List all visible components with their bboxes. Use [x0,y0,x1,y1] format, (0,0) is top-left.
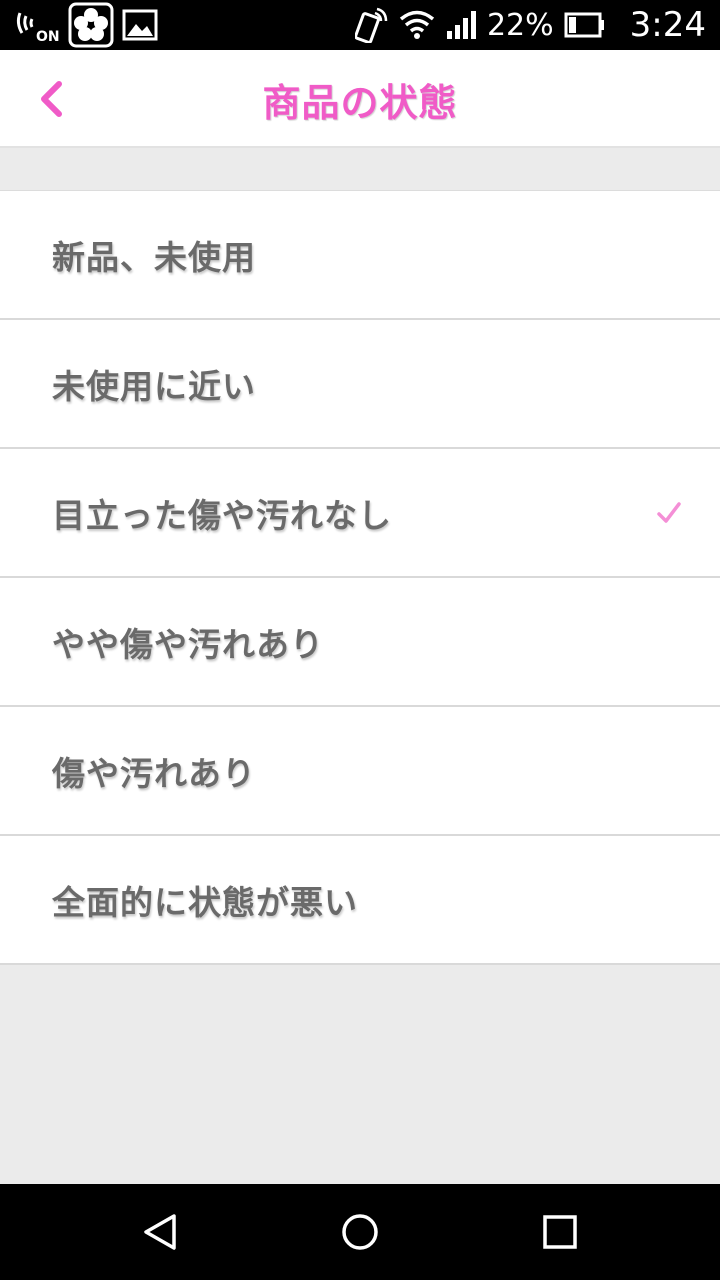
list-item-condition-slight-damage[interactable]: やや傷や汚れあり [0,578,720,707]
list-item-label: 新品、未使用 [52,237,256,277]
checkmark-icon [657,501,681,523]
condition-list: 新品、未使用 未使用に近い 目立った傷や汚れなし やや傷や汚れあり 傷や汚れあり… [0,190,720,965]
recents-square-icon[interactable] [540,1212,580,1252]
wifi-icon [399,10,435,40]
clock: 3:24 [629,5,706,45]
list-item-condition-new[interactable]: 新品、未使用 [0,191,720,320]
status-bar: ON 22% 3:24 [0,0,720,50]
list-item-condition-poor[interactable]: 全面的に状態が悪い [0,836,720,965]
list-item-label: 全面的に状態が悪い [52,882,358,922]
signal-icon [445,11,477,39]
home-circle-icon[interactable] [340,1212,380,1252]
nfc-on-icon: ON [14,3,60,47]
status-left-icons: ON [14,2,158,48]
list-item-label: 未使用に近い [52,366,256,406]
battery-percent: 22% [486,7,554,43]
battery-icon [564,12,606,38]
image-icon [122,8,158,42]
back-triangle-icon[interactable] [140,1212,180,1252]
back-button[interactable] [26,72,76,126]
status-right-icons: 22% 3:24 [354,0,706,50]
list-item-condition-like-new[interactable]: 未使用に近い [0,320,720,449]
list-item-condition-no-noticeable-damage[interactable]: 目立った傷や汚れなし [0,449,720,578]
tap-pay-icon [354,7,389,43]
system-nav-bar [0,1184,720,1280]
list-item-label: やや傷や汚れあり [52,624,324,664]
list-item-label: 目立った傷や汚れなし [52,495,392,535]
page-title: 商品の状態 [262,80,458,125]
list-item-label: 傷や汚れあり [52,753,256,793]
app-header: 商品の状態 [0,50,720,148]
chevron-left-icon [41,81,62,117]
list-item-condition-damaged[interactable]: 傷や汚れあり [0,707,720,836]
nfc-on-label: ON [36,29,60,45]
flower-app-icon [68,2,114,48]
